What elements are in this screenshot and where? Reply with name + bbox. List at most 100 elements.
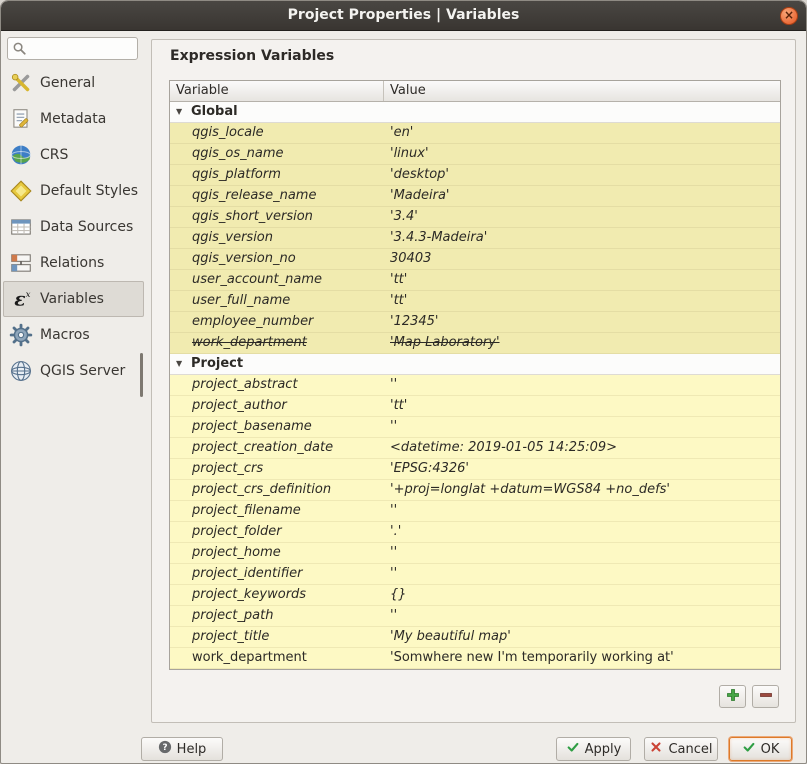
variable-value: 'en' xyxy=(384,123,780,143)
add-variable-button[interactable] xyxy=(719,685,746,708)
sidebar-item-metadata[interactable]: Metadata xyxy=(3,101,144,137)
sidebar-item-variables[interactable]: εxVariables xyxy=(3,281,144,317)
variable-name: qgis_version_no xyxy=(170,249,384,269)
group-name: Global xyxy=(191,104,238,119)
variable-value: 'linux' xyxy=(384,144,780,164)
variable-row-project_folder[interactable]: project_folder'.' xyxy=(170,522,780,543)
sidebar-item-general[interactable]: General xyxy=(3,65,144,101)
variable-row-project_crs_definition[interactable]: project_crs_definition'+proj=longlat +da… xyxy=(170,480,780,501)
variables-page-panel: Expression Variables Variable Value ▼Glo… xyxy=(151,39,796,723)
variable-row-qgis_short_version[interactable]: qgis_short_version'3.4' xyxy=(170,207,780,228)
variable-name: project_filename xyxy=(170,501,384,521)
close-button[interactable]: × xyxy=(780,7,798,25)
variable-name: qgis_short_version xyxy=(170,207,384,227)
variable-row-project_path[interactable]: project_path'' xyxy=(170,606,780,627)
sidebar-item-data-sources[interactable]: Data Sources xyxy=(3,209,144,245)
group-row-project[interactable]: ▼Project xyxy=(170,354,780,375)
variable-value: 'My beautiful map' xyxy=(384,627,780,647)
cancel-button-label: Cancel xyxy=(668,742,712,757)
apply-check-icon xyxy=(566,740,580,758)
variable-row-qgis_version[interactable]: qgis_version'3.4.3-Madeira' xyxy=(170,228,780,249)
variable-name: project_title xyxy=(170,627,384,647)
help-button[interactable]: ? Help xyxy=(141,737,223,761)
sidebar-item-relations[interactable]: Relations xyxy=(3,245,144,281)
variables-table: Variable Value ▼Globalqgis_locale'en'qgi… xyxy=(169,80,781,670)
sidebar-item-label: Macros xyxy=(40,327,90,343)
collapse-triangle-icon[interactable]: ▼ xyxy=(176,102,191,122)
variable-name: project_crs_definition xyxy=(170,480,384,500)
variable-name: user_full_name xyxy=(170,291,384,311)
sidebar-item-label: CRS xyxy=(40,147,68,163)
variable-row-user_account_name[interactable]: user_account_name'tt' xyxy=(170,270,780,291)
variable-row-project_crs[interactable]: project_crs'EPSG:4326' xyxy=(170,459,780,480)
variable-row-qgis_os_name[interactable]: qgis_os_name'linux' xyxy=(170,144,780,165)
variable-row-user_full_name[interactable]: user_full_name'tt' xyxy=(170,291,780,312)
variable-value: '' xyxy=(384,543,780,563)
variable-value: '3.4.3-Madeira' xyxy=(384,228,780,248)
variable-row-work_department[interactable]: work_department'Map Laboratory' xyxy=(170,333,780,354)
ok-button-label: OK xyxy=(761,742,780,757)
search-icon xyxy=(12,41,27,56)
help-icon: ? xyxy=(158,740,172,758)
variable-row-project_abstract[interactable]: project_abstract'' xyxy=(170,375,780,396)
sidebar-item-default-styles[interactable]: Default Styles xyxy=(3,173,144,209)
variable-value: '3.4' xyxy=(384,207,780,227)
variable-value: '12345' xyxy=(384,312,780,332)
metadata-icon xyxy=(9,107,33,131)
variable-row-project_author[interactable]: project_author'tt' xyxy=(170,396,780,417)
qgis-server-icon xyxy=(9,359,33,383)
variable-row-project_filename[interactable]: project_filename'' xyxy=(170,501,780,522)
variable-name: project_basename xyxy=(170,417,384,437)
group-row-global[interactable]: ▼Global xyxy=(170,102,780,123)
variable-name: employee_number xyxy=(170,312,384,332)
sidebar-item-macros[interactable]: Macros xyxy=(3,317,144,353)
variable-value: '' xyxy=(384,417,780,437)
variable-name: project_path xyxy=(170,606,384,626)
variable-name: work_department xyxy=(170,648,384,668)
remove-minus-icon xyxy=(758,687,774,707)
variable-value: 'tt' xyxy=(384,291,780,311)
variable-value: <datetime: 2019-01-05 14:25:09> xyxy=(384,438,780,458)
variable-row-project_home[interactable]: project_home'' xyxy=(170,543,780,564)
sidebar-item-label: QGIS Server xyxy=(40,363,125,379)
variable-name: qgis_locale xyxy=(170,123,384,143)
project-properties-dialog: Project Properties | Variables × General… xyxy=(0,0,807,764)
variable-row-qgis_version_no[interactable]: qgis_version_no30403 xyxy=(170,249,780,270)
variable-row-project_basename[interactable]: project_basename'' xyxy=(170,417,780,438)
title-bar[interactable]: Project Properties | Variables × xyxy=(1,1,806,31)
svg-text:x: x xyxy=(26,290,31,300)
variable-value: 'tt' xyxy=(384,270,780,290)
variable-value: 'Map Laboratory' xyxy=(384,333,780,353)
variable-row-project_title[interactable]: project_title'My beautiful map' xyxy=(170,627,780,648)
page-title: Expression Variables xyxy=(170,48,334,64)
apply-button[interactable]: Apply xyxy=(556,737,631,761)
variable-row-work_department[interactable]: work_department'Somwhere new I'm tempora… xyxy=(170,648,780,669)
remove-variable-button[interactable] xyxy=(752,685,779,708)
sidebar-scrollbar-thumb[interactable] xyxy=(140,353,143,397)
variable-row-employee_number[interactable]: employee_number'12345' xyxy=(170,312,780,333)
ok-button[interactable]: OK xyxy=(729,737,792,761)
sidebar-item-crs[interactable]: CRS xyxy=(3,137,144,173)
add-plus-icon xyxy=(725,687,741,707)
variable-value: '' xyxy=(384,606,780,626)
variable-name: project_identifier xyxy=(170,564,384,584)
variable-row-qgis_platform[interactable]: qgis_platform'desktop' xyxy=(170,165,780,186)
variable-row-qgis_locale[interactable]: qgis_locale'en' xyxy=(170,123,780,144)
search-input[interactable] xyxy=(30,39,134,58)
sidebar-item-qgis-server[interactable]: QGIS Server xyxy=(3,353,144,389)
variable-row-project_creation_date[interactable]: project_creation_date<datetime: 2019-01-… xyxy=(170,438,780,459)
variable-name: project_crs xyxy=(170,459,384,479)
variable-name: project_home xyxy=(170,543,384,563)
cancel-button[interactable]: Cancel xyxy=(644,737,718,761)
variable-value: 30403 xyxy=(384,249,780,269)
variable-value: '+proj=longlat +datum=WGS84 +no_defs' xyxy=(384,480,780,500)
variable-row-project_identifier[interactable]: project_identifier'' xyxy=(170,564,780,585)
svg-text:ε: ε xyxy=(14,290,25,311)
sidebar-search[interactable] xyxy=(7,37,138,60)
apply-button-label: Apply xyxy=(585,742,622,757)
crs-globe-icon xyxy=(9,143,33,167)
variables-epsilon-icon: εx xyxy=(9,287,33,311)
variable-row-project_keywords[interactable]: project_keywords{} xyxy=(170,585,780,606)
variable-row-qgis_release_name[interactable]: qgis_release_name'Madeira' xyxy=(170,186,780,207)
collapse-triangle-icon[interactable]: ▼ xyxy=(176,354,191,374)
